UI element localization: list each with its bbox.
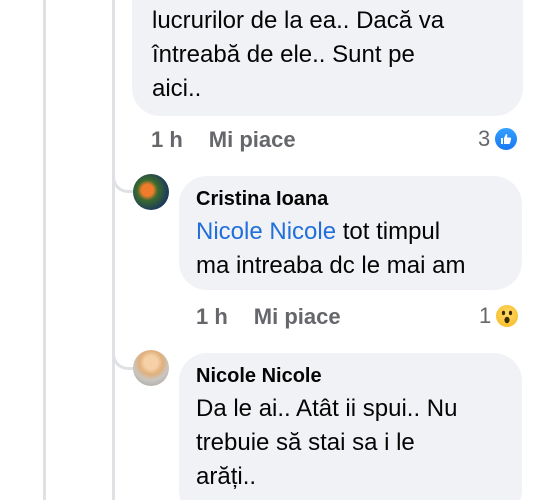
comment-text-line: ma intreaba dc le mai am	[196, 252, 466, 279]
comment-text-line: Da le ai.. Atât ii spui.. Nu	[196, 395, 458, 422]
comment-time[interactable]: 1 h	[196, 304, 228, 329]
reaction-count: 1	[479, 303, 492, 328]
avatar[interactable]	[133, 174, 169, 210]
thread-line	[43, 0, 46, 500]
like-icon	[493, 126, 520, 152]
comment-text-line: întreabă de ele.. Sunt pe	[152, 41, 415, 68]
comment-meta: 1 h Mi piace	[151, 127, 296, 153]
comment-author[interactable]: Nicole Nicole	[196, 363, 522, 389]
comment-text-line: aici..	[152, 75, 202, 102]
comment-bubble: lucrurilor de la ea.. Dacă va întreabă d…	[132, 0, 523, 116]
comment-text-line: arăți..	[196, 463, 257, 490]
reaction-summary[interactable]: 1	[479, 303, 521, 329]
avatar[interactable]	[133, 350, 169, 386]
comment-meta: 1 h Mi piace	[196, 304, 341, 330]
comment-thread: lucrurilor de la ea.. Dacă va întreabă d…	[0, 0, 540, 500]
comment-text-line: lucrurilor de la ea.. Dacă va	[152, 7, 445, 34]
mention-link[interactable]: Nicole Nicole	[196, 218, 336, 245]
comment-text: tot timpul	[336, 218, 441, 245]
comment-text-line: trebuie să stai sa i le	[196, 429, 415, 456]
thread-line	[112, 0, 115, 500]
like-button[interactable]: Mi piace	[209, 127, 296, 152]
comment-text-line: Nicole Nicole tot timpul	[196, 215, 522, 249]
comment-time[interactable]: 1 h	[151, 127, 183, 152]
reaction-summary[interactable]: 3	[478, 126, 520, 152]
comment-author[interactable]: Cristina Ioana	[196, 186, 522, 212]
like-button[interactable]: Mi piace	[254, 304, 341, 329]
wow-icon	[494, 303, 521, 329]
reaction-count: 3	[478, 126, 491, 151]
comment-bubble: Nicole Nicole Da le ai.. Atât ii spui.. …	[179, 353, 522, 500]
comment-bubble: Cristina Ioana Nicole Nicole tot timpul …	[179, 176, 522, 290]
